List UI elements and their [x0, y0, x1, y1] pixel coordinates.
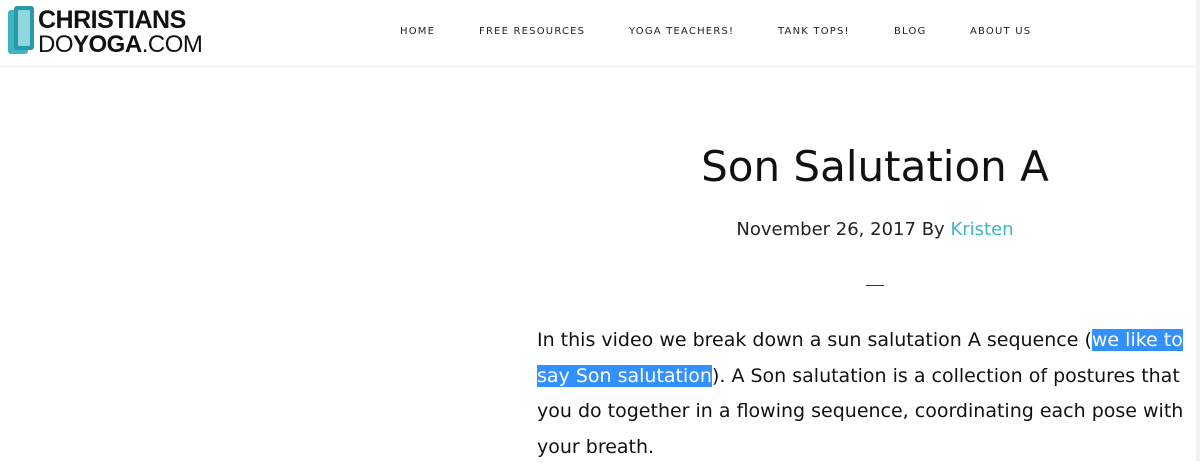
title-divider [866, 285, 884, 286]
author-link[interactable]: Kristen [950, 219, 1013, 240]
nav-about-us[interactable]: ABOUT US [970, 26, 1031, 37]
nav-blog[interactable]: BLOG [894, 26, 927, 37]
nav-tank-tops[interactable]: TANK TOPS! [778, 26, 850, 37]
body-line-2-text: ). A Son salutation is a collection of p… [712, 365, 1180, 387]
post-date: November 26, 2017 [736, 219, 916, 240]
selected-text-1: we like to [1092, 329, 1183, 351]
body-line-4: your breath. [537, 430, 1197, 465]
post-meta: November 26, 2017 By Kristen [540, 219, 1200, 240]
post-by: By [922, 219, 945, 240]
body-line-2: say Son salutation). A Son salutation is… [537, 359, 1197, 395]
selected-text-2: say Son salutation [537, 365, 712, 387]
post-title: Son Salutation A [540, 142, 1200, 191]
body-line-1-text: In this video we break down a sun saluta… [537, 329, 1092, 351]
body-line-1: In this video we break down a sun saluta… [537, 323, 1197, 359]
site-header: CHRISTIANS DOYOGA.COM HOME FREE RESOURCE… [0, 0, 1200, 67]
body-line-3: you do together in a flowing sequence, c… [537, 394, 1197, 430]
main-nav: HOME FREE RESOURCES YOGA TEACHERS! TANK … [0, 26, 1200, 42]
nav-yoga-teachers[interactable]: YOGA TEACHERS! [629, 26, 734, 37]
nav-free-resources[interactable]: FREE RESOURCES [479, 26, 585, 37]
post-body: In this video we break down a sun saluta… [537, 323, 1197, 465]
nav-home[interactable]: HOME [400, 26, 435, 37]
